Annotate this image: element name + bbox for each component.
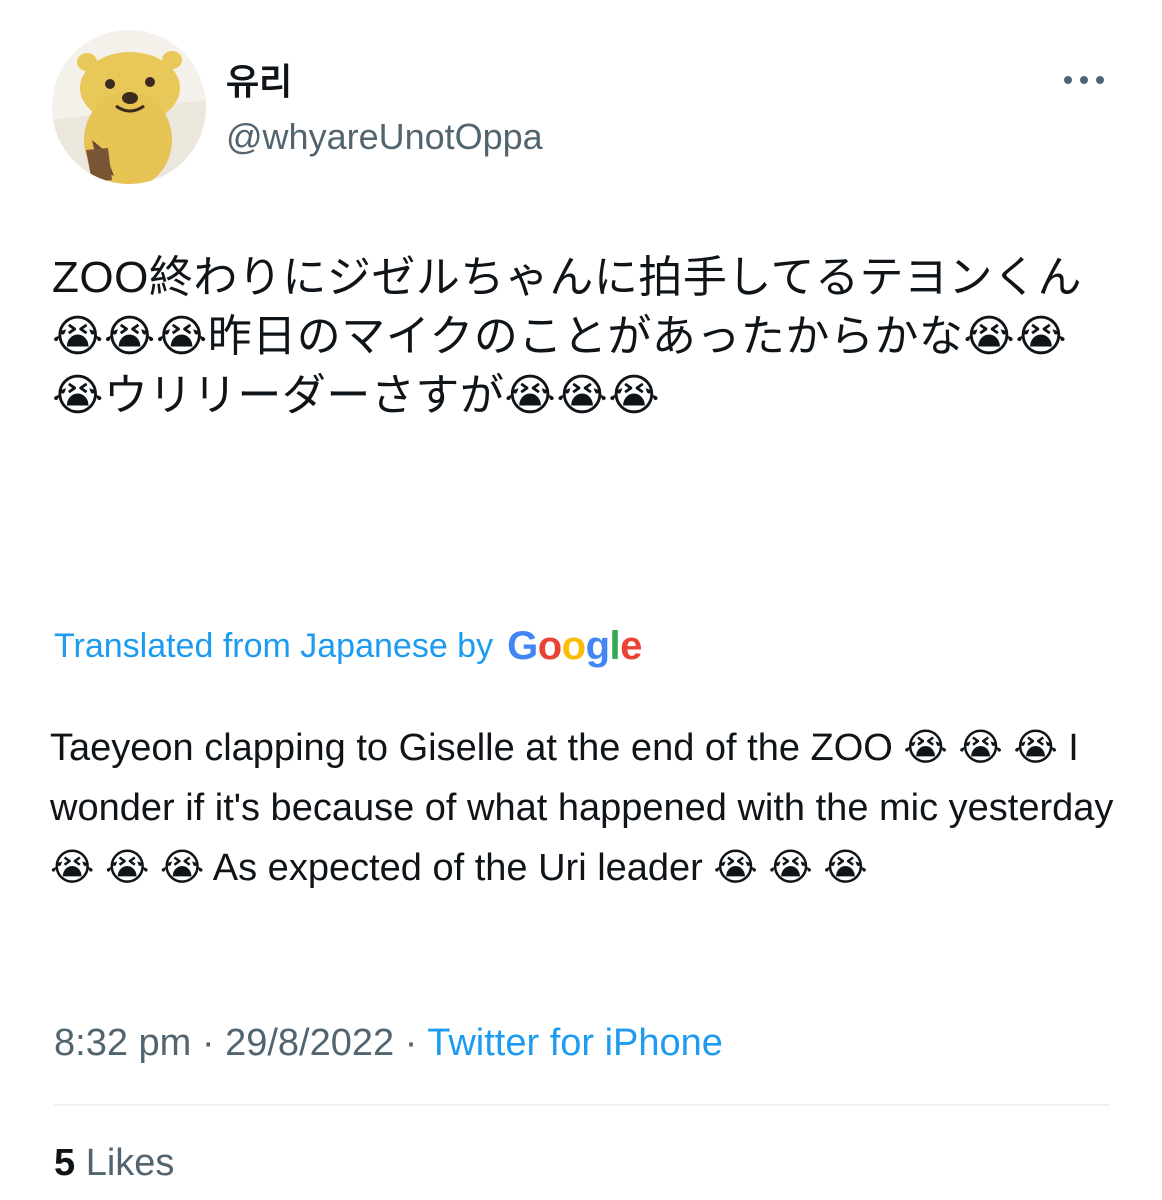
meta-separator: · [394,1022,428,1064]
likes-count: 5 [54,1142,76,1184]
translation-label: Translated from Japanese by [54,627,494,665]
tweet-text: ZOO終わりにジゼルちゃんに拍手してるテヨンくん😭😭😭昨日のマイクのことがあった… [52,253,1083,420]
tweet-source-link[interactable]: Twitter for iPhone [427,1022,723,1064]
translated-text: Taeyeon clapping to Giselle at the end o… [50,727,1114,889]
tweet-time[interactable]: 8:32 pm [54,1022,191,1064]
likes-label: Likes [85,1142,175,1184]
translation-attribution[interactable]: Translated from Japanese by Google [54,624,642,668]
likes-stat[interactable]: 5 Likes [54,1140,174,1186]
more-options-button[interactable] [1054,62,1114,98]
author-handle[interactable]: @whyareUnotOppa [226,114,543,160]
more-horizontal-icon [1064,76,1104,84]
meta-separator: · [191,1022,226,1064]
divider [54,1104,1110,1106]
tweet-date[interactable]: 29/8/2022 [225,1022,394,1064]
otter-avatar-image [52,30,206,184]
author-display-name[interactable]: 유리 [226,58,292,106]
avatar[interactable] [52,30,206,184]
google-logo: Google [507,624,642,668]
tweet-meta: 8:32 pm · 29/8/2022 · Twitter for iPhone [54,1018,723,1068]
